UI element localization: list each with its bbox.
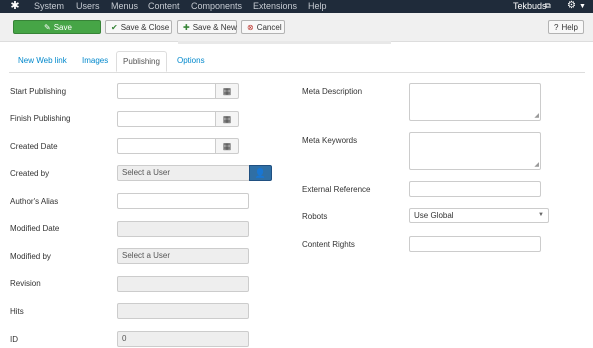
external-link-icon[interactable]: ⧉ <box>545 1 551 11</box>
calendar-icon: ▦ <box>222 141 232 151</box>
tab-new-web-link[interactable]: New Web link <box>18 51 67 72</box>
caret-down-icon[interactable]: ▼ <box>579 1 586 12</box>
start-publishing-calendar-button[interactable]: ▦ <box>215 83 239 99</box>
meta-description-label: Meta Description <box>302 87 363 96</box>
user-icon: 👤 <box>254 168 267 178</box>
revision-label: Revision <box>10 279 41 288</box>
robots-label: Robots <box>302 212 328 221</box>
question-icon: ? <box>554 23 559 32</box>
plus-icon: ✚ <box>183 23 190 32</box>
robots-select[interactable]: Use Global ▼ <box>409 208 549 223</box>
save-close-button[interactable]: ✔ Save & Close <box>105 20 172 34</box>
content-rights-label: Content Rights <box>302 240 355 249</box>
save-button[interactable]: ✎ Save <box>13 20 101 34</box>
toolbar: ✎ Save ✔ Save & Close ✚ Save & New ⊗ Cancel … <box>0 13 593 42</box>
resize-grip-icon[interactable]: ◢ <box>534 162 539 168</box>
tab-publishing[interactable]: Publishing <box>116 51 167 72</box>
created-by-label: Created by <box>10 169 50 178</box>
calendar-icon: ▦ <box>222 86 232 96</box>
revision-field <box>117 276 249 292</box>
finish-publishing-calendar-button[interactable]: ▦ <box>215 111 239 127</box>
tab-options[interactable]: Options <box>177 51 205 72</box>
created-date-input[interactable] <box>117 138 217 154</box>
calendar-icon: ▦ <box>222 114 232 124</box>
created-date-calendar-button[interactable]: ▦ <box>215 138 239 154</box>
help-button[interactable]: ? Help <box>548 20 584 34</box>
tab-images[interactable]: Images <box>82 51 108 72</box>
modified-by-label: Modified by <box>10 252 51 261</box>
menu-menus[interactable]: Menus <box>111 1 138 12</box>
menu-extensions[interactable]: Extensions <box>253 1 297 12</box>
created-by-field: Select a User <box>117 165 250 181</box>
save-new-button[interactable]: ✚ Save & New <box>177 20 237 34</box>
content-rights-input[interactable] <box>409 236 541 252</box>
start-publishing-input[interactable] <box>117 83 217 99</box>
finish-publishing-input[interactable] <box>117 111 217 127</box>
authors-alias-label: Author's Alias <box>10 197 59 206</box>
cancel-button[interactable]: ⊗ Cancel <box>241 20 285 34</box>
joomla-logo-icon[interactable]: ✱ <box>9 1 21 12</box>
select-user-button[interactable]: 👤 <box>249 165 272 181</box>
menu-system[interactable]: System <box>34 1 64 12</box>
tab-bar: New Web link Images Publishing Options <box>9 51 585 73</box>
meta-keywords-label: Meta Keywords <box>302 136 358 145</box>
external-reference-input[interactable] <box>409 181 541 197</box>
cancel-circle-icon: ⊗ <box>247 23 254 32</box>
gear-icon[interactable]: ⚙ <box>567 0 576 12</box>
hits-field <box>117 303 249 319</box>
chevron-down-icon: ▼ <box>538 212 544 218</box>
authors-alias-input[interactable] <box>117 193 249 209</box>
start-publishing-label: Start Publishing <box>10 87 67 96</box>
resize-grip-icon[interactable]: ◢ <box>534 113 539 119</box>
modified-by-field: Select a User <box>117 248 249 264</box>
finish-publishing-label: Finish Publishing <box>10 114 71 123</box>
menu-components[interactable]: Components <box>191 1 242 12</box>
subhead-shadow <box>178 41 391 44</box>
created-date-label: Created Date <box>10 142 58 151</box>
meta-keywords-textarea[interactable]: ◢ <box>409 132 541 170</box>
menu-users[interactable]: Users <box>76 1 100 12</box>
edit-icon: ✎ <box>44 23 51 32</box>
modified-date-label: Modified Date <box>10 224 60 233</box>
external-reference-label: External Reference <box>302 185 371 194</box>
site-name-link[interactable]: Tekbuds <box>513 1 547 12</box>
menu-help[interactable]: Help <box>308 1 327 12</box>
hits-label: Hits <box>10 307 24 316</box>
admin-menu-bar: ✱ System Users Menus Content Components … <box>0 0 593 13</box>
modified-date-field <box>117 221 249 237</box>
menu-content[interactable]: Content <box>148 1 180 12</box>
check-icon: ✔ <box>111 23 118 32</box>
id-label: ID <box>10 335 18 344</box>
id-field: 0 <box>117 331 249 347</box>
meta-description-textarea[interactable]: ◢ <box>409 83 541 121</box>
